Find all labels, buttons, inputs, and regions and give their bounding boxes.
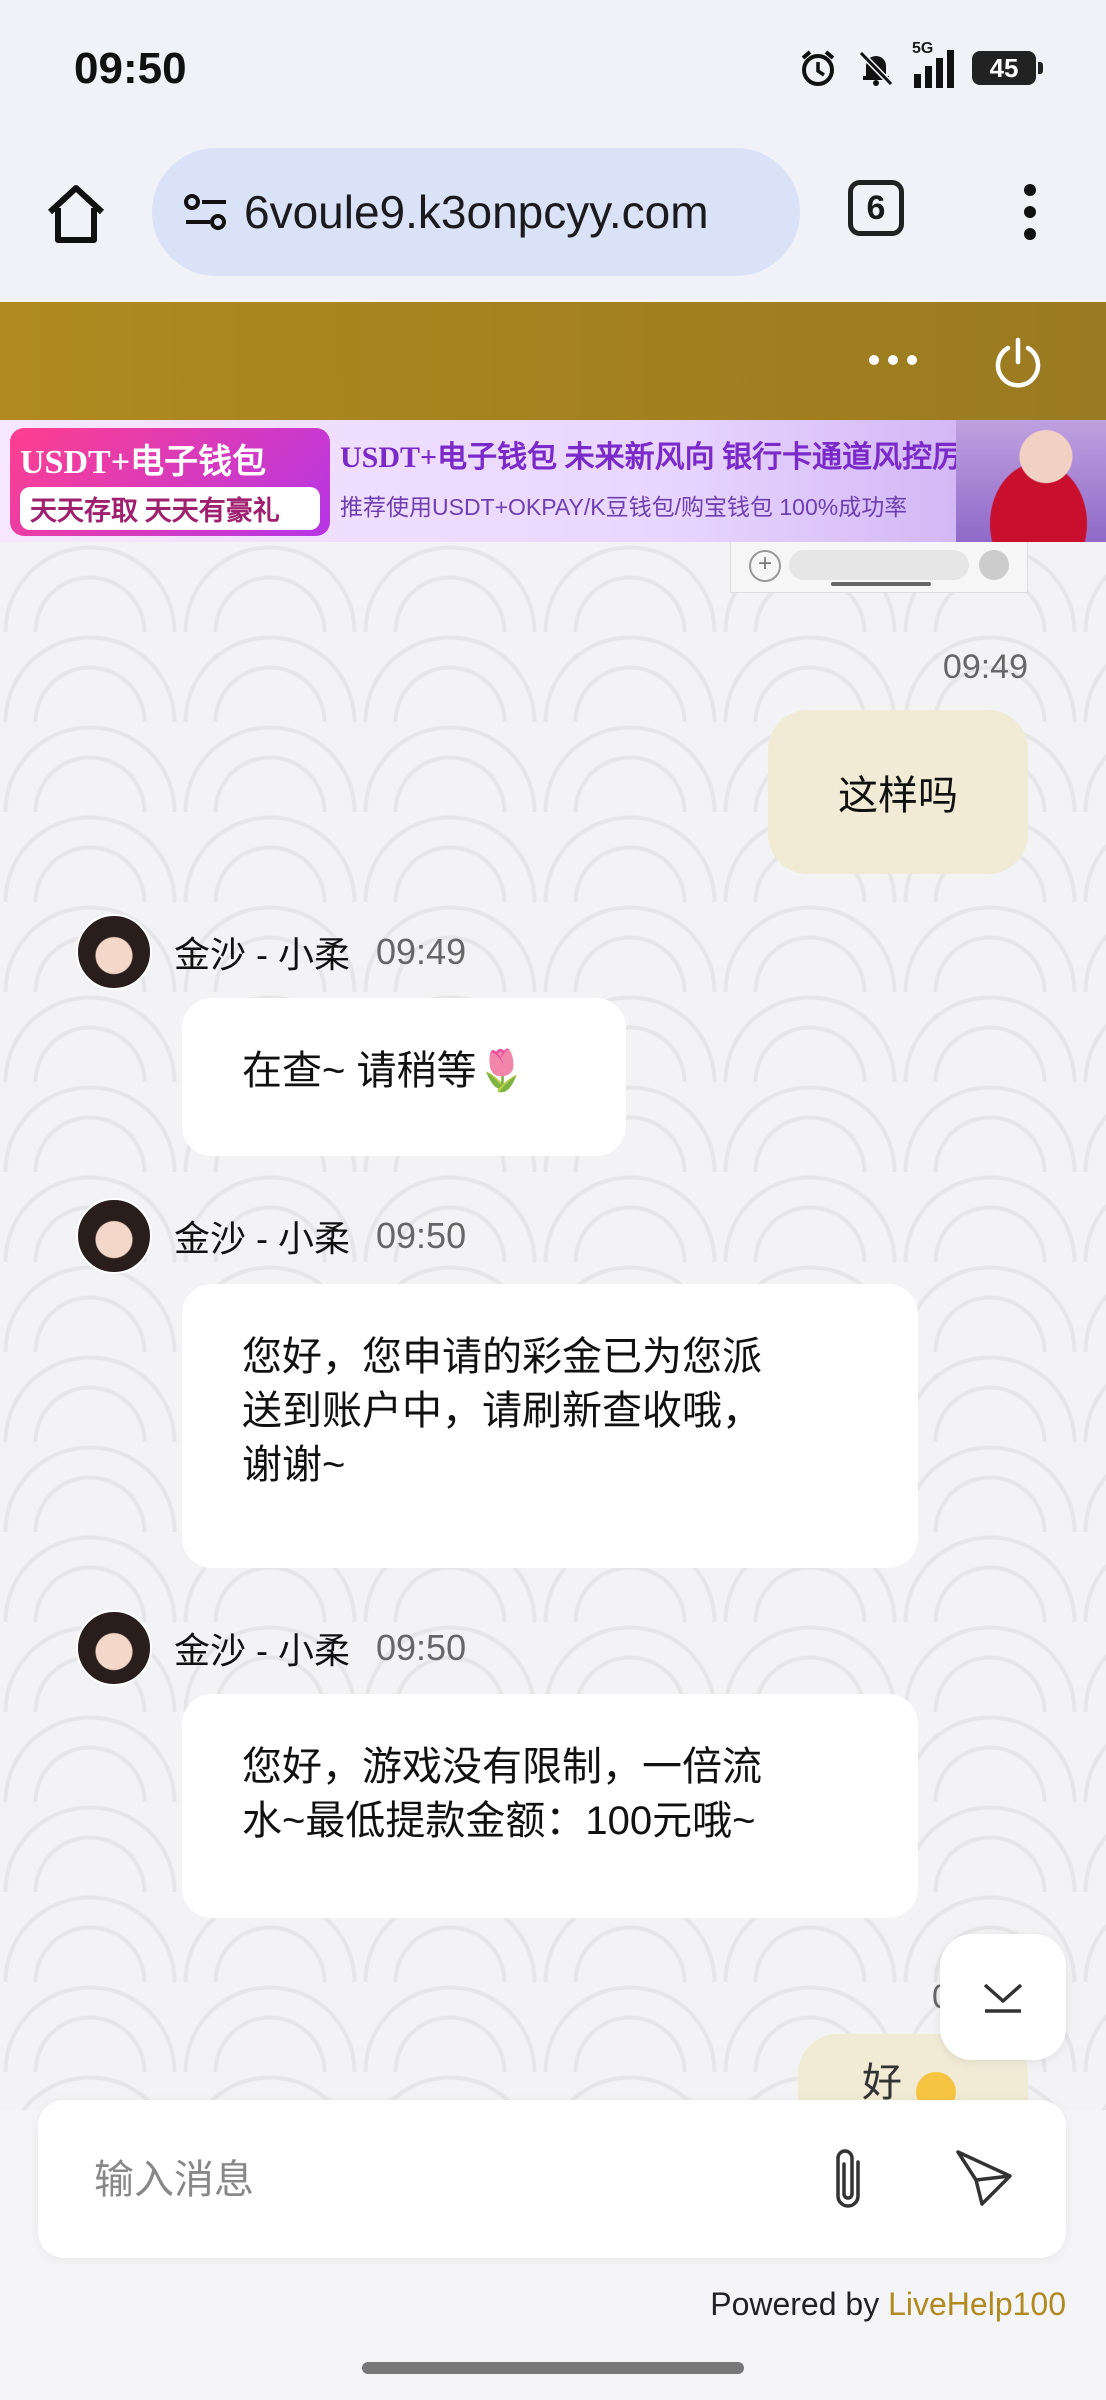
message-header: 金沙 - 小柔 09:50	[76, 1610, 466, 1686]
battery-icon: 45	[972, 51, 1043, 85]
image-message-thumbnail[interactable]: +	[730, 542, 1028, 593]
browser-toolbar: 6voule9.k3onpcyy.com 6	[0, 140, 1106, 300]
banner-model-image	[956, 420, 1106, 542]
more-horiz-icon[interactable]	[866, 340, 920, 380]
message-line: 谢谢~	[242, 1443, 346, 1487]
banner-badge-subtitle: 天天存取 天天有豪礼	[20, 487, 320, 530]
banner-badge: USDT+电子钱包 天天存取 天天有豪礼	[10, 428, 330, 536]
sender-name: 金沙 - 小柔	[174, 1218, 350, 1259]
banner-subline: 推荐使用USDT+OKPAY/K豆钱包/购宝钱包 100%成功率	[340, 494, 908, 520]
message-text: 在查~ 请稍等🌷	[242, 1049, 527, 1093]
status-icons: 5G 45	[798, 40, 1043, 88]
chevron-down-icon	[983, 1983, 1023, 2013]
status-bar: 09:50 5G 45	[0, 0, 1106, 140]
site-settings-icon[interactable]	[178, 184, 234, 240]
status-time: 09:50	[74, 44, 187, 93]
outgoing-message: 这样吗	[768, 710, 1028, 874]
avatar[interactable]	[76, 1198, 152, 1274]
avatar[interactable]	[76, 914, 152, 990]
mute-bell-icon	[858, 50, 894, 87]
message-input[interactable]	[92, 2144, 796, 2216]
message-line: 送到账户中，请刷新查收哦，	[242, 1389, 762, 1433]
more-vert-icon[interactable]	[1010, 180, 1050, 244]
ad-banner[interactable]: USDT+电子钱包 天天存取 天天有豪礼 USDT+电子钱包 未来新风向 银行卡…	[0, 420, 1106, 542]
banner-badge-title: USDT+电子钱包	[20, 444, 267, 481]
banner-headline: USDT+电子钱包 未来新风向 银行卡通道风控厉害	[340, 441, 993, 474]
message-time: 09:49	[376, 931, 467, 972]
avatar[interactable]	[76, 1610, 152, 1686]
scroll-to-bottom-button[interactable]	[940, 1934, 1066, 2060]
send-icon[interactable]	[952, 2146, 1016, 2210]
message-composer	[38, 2100, 1066, 2258]
network-type: 5G	[912, 40, 934, 57]
message-header: 金沙 - 小柔 09:49	[76, 914, 466, 990]
alarm-icon	[801, 50, 835, 86]
brand-link[interactable]: LiveHelp100	[888, 2286, 1066, 2322]
message-time: 09:50	[376, 1627, 467, 1668]
tab-switcher-button[interactable]: 6	[848, 180, 904, 236]
address-bar[interactable]: 6voule9.k3onpcyy.com	[152, 148, 800, 276]
outgoing-timestamp: 09:49	[942, 648, 1028, 686]
chat-header	[0, 302, 1106, 420]
incoming-message: 在查~ 请稍等🌷	[182, 998, 626, 1156]
powered-by: Powered by LiveHelp100	[710, 2286, 1066, 2323]
message-time: 09:50	[376, 1215, 467, 1256]
chat-area[interactable]: + 09:49 这样吗 金沙 - 小柔 09:49 在查~ 请稍等🌷 金沙 - …	[0, 542, 1106, 2110]
incoming-message: 您好，您申请的彩金已为您派 送到账户中，请刷新查收哦， 谢谢~	[182, 1284, 918, 1568]
message-header: 金沙 - 小柔 09:50	[76, 1198, 466, 1274]
signal-icon: 5G	[912, 40, 954, 88]
gesture-nav-bar[interactable]	[362, 2362, 744, 2374]
powered-prefix: Powered by	[710, 2286, 889, 2322]
message-line: 水~最低提款金额：100元哦~	[242, 1799, 756, 1843]
sender-name: 金沙 - 小柔	[174, 1630, 350, 1671]
url-text[interactable]: 6voule9.k3onpcyy.com	[244, 185, 784, 239]
incoming-message: 您好，游戏没有限制，一倍流 水~最低提款金额：100元哦~	[182, 1694, 918, 1918]
attachment-icon[interactable]	[828, 2142, 868, 2218]
power-icon[interactable]	[990, 334, 1046, 390]
message-line: 您好，您申请的彩金已为您派	[242, 1335, 762, 1379]
home-icon[interactable]	[40, 178, 112, 250]
message-line: 您好，游戏没有限制，一倍流	[242, 1745, 762, 1789]
sender-name: 金沙 - 小柔	[174, 934, 350, 975]
